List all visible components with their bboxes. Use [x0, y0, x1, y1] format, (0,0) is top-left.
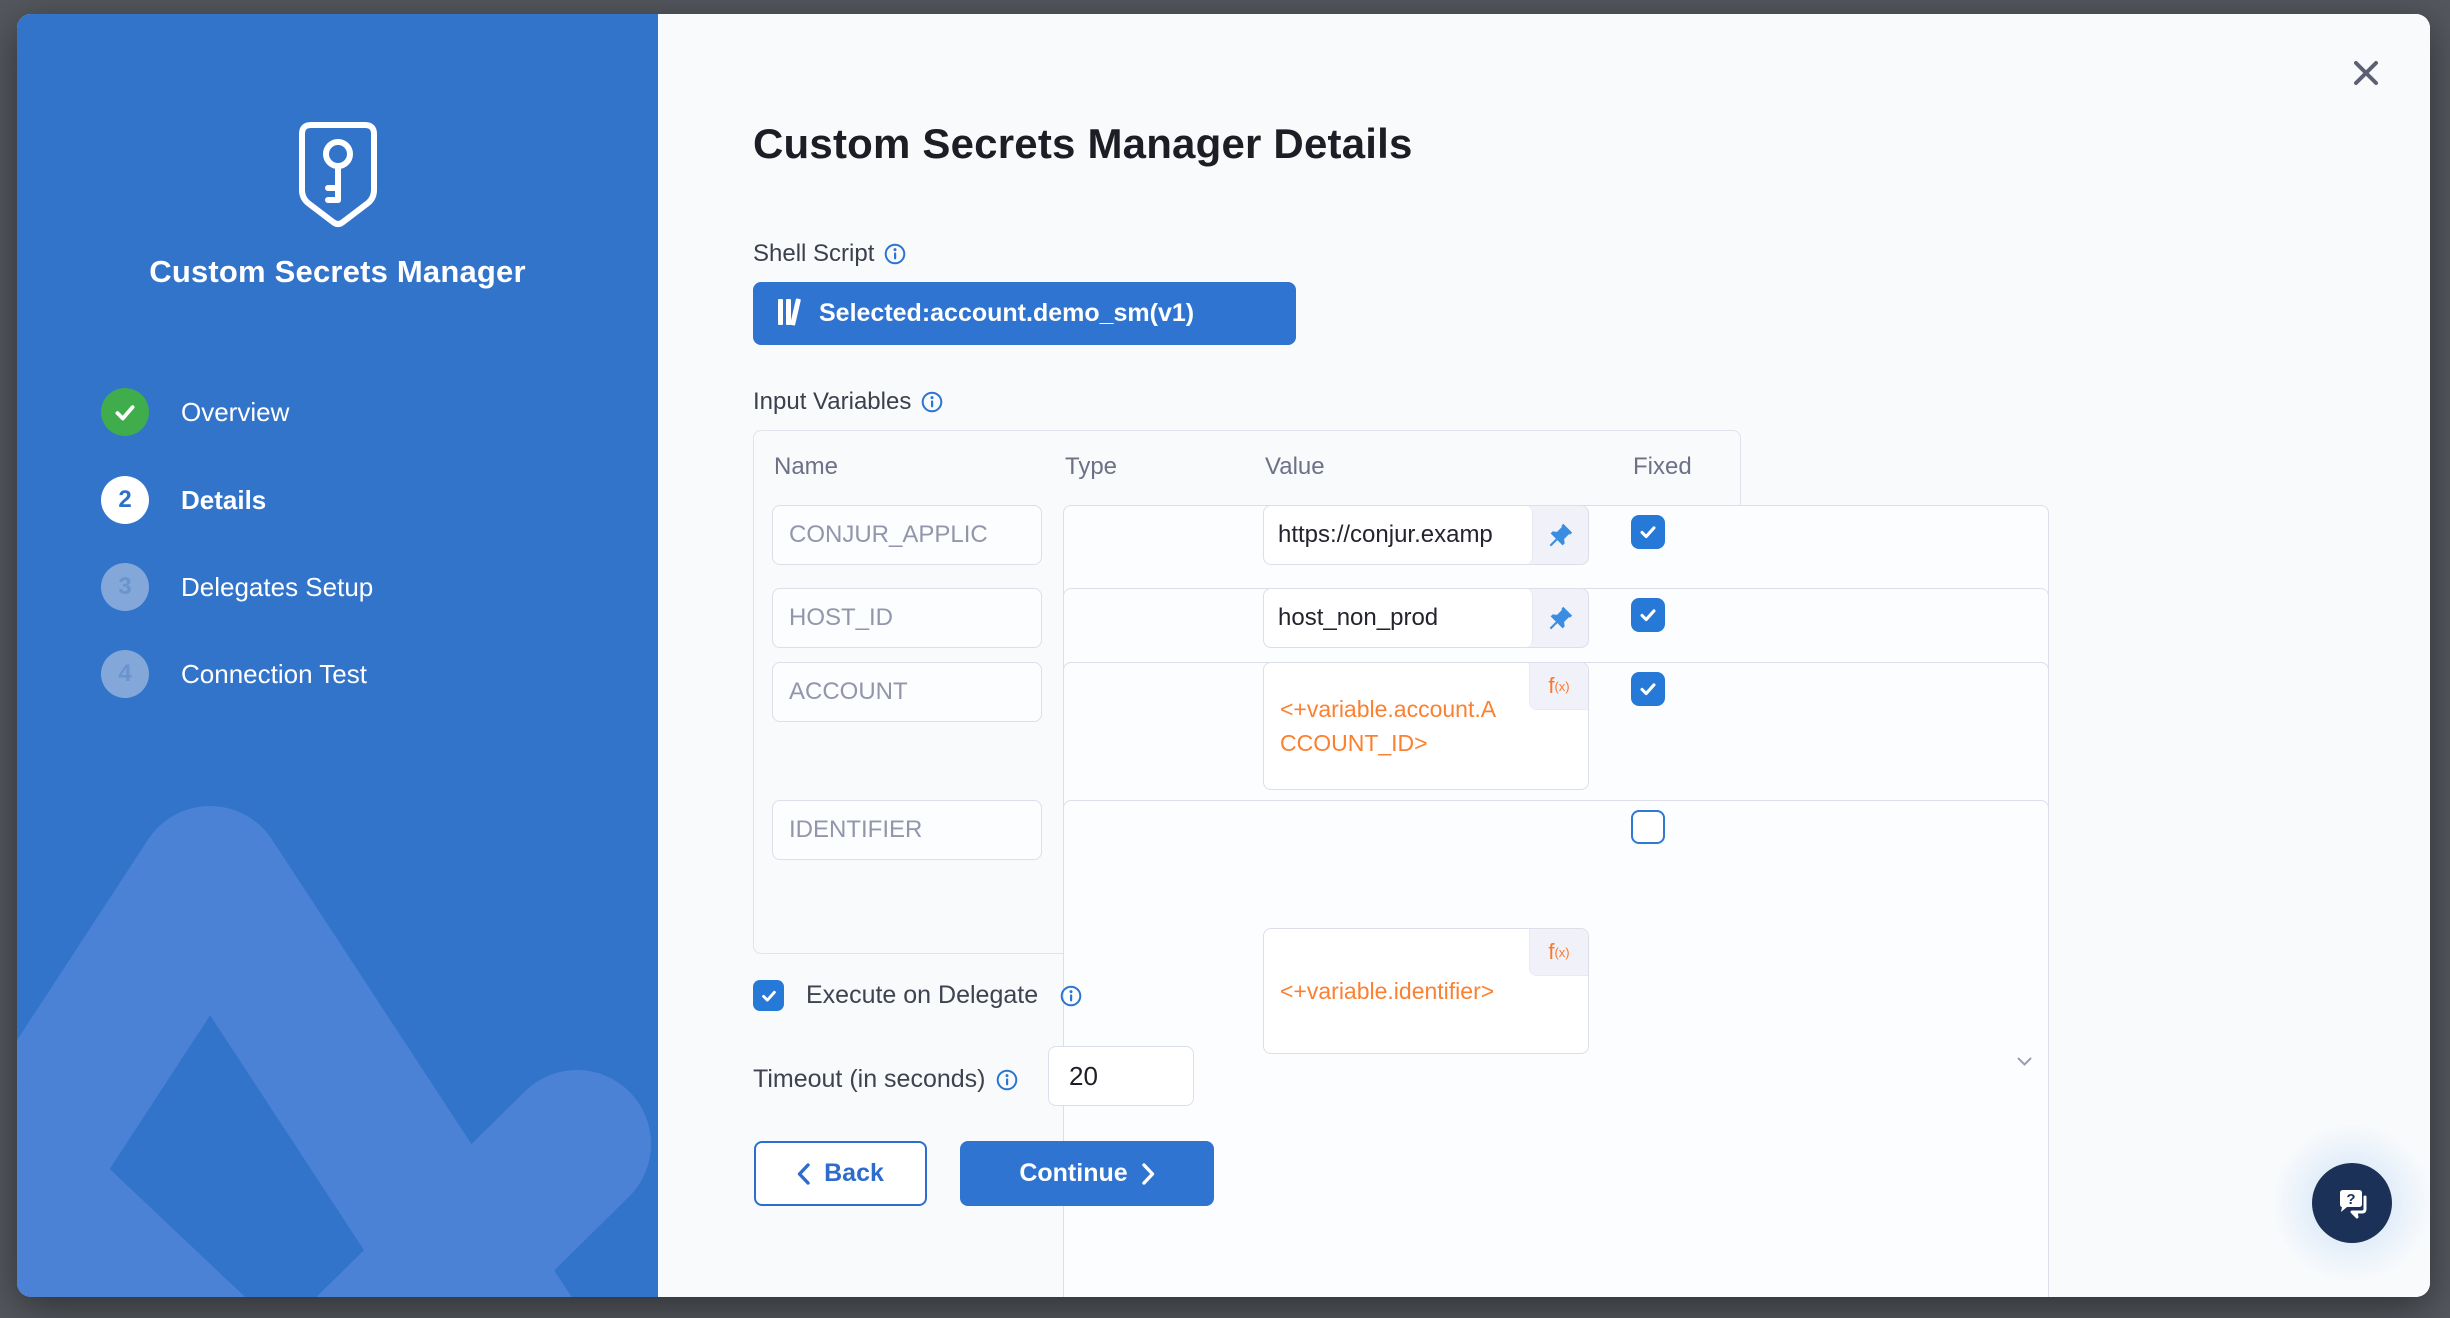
- back-button[interactable]: Back: [754, 1141, 927, 1206]
- pin-fixed-value-icon[interactable]: [1533, 589, 1588, 647]
- help-chat-button[interactable]: ?: [2312, 1163, 2392, 1243]
- expression-fx-icon[interactable]: f(x): [1529, 929, 1588, 976]
- column-header-fixed: Fixed: [1633, 453, 1692, 481]
- variable-name-input[interactable]: [772, 662, 1042, 722]
- variable-expression-field[interactable]: <+variable.account.ACCOUNT_ID> f(x): [1263, 662, 1589, 790]
- execute-on-delegate-label: Execute on Delegate: [806, 981, 1038, 1010]
- fixed-checkbox[interactable]: [1631, 598, 1665, 632]
- step-connection-test[interactable]: 4 Connection Test: [101, 650, 367, 698]
- step-details[interactable]: 2 Details: [101, 476, 266, 524]
- step-number-badge: 2: [101, 476, 149, 524]
- chevron-right-icon: [1142, 1163, 1155, 1185]
- variable-name-input[interactable]: [772, 800, 1042, 860]
- variable-name-input[interactable]: [772, 588, 1042, 648]
- variable-expression-field[interactable]: <+variable.identifier> f(x): [1263, 928, 1589, 1054]
- column-header-type: Type: [1065, 453, 1117, 481]
- info-icon[interactable]: [1060, 985, 1082, 1007]
- close-button[interactable]: [2346, 54, 2386, 94]
- info-icon[interactable]: [996, 1069, 1018, 1091]
- shell-script-label: Shell Script: [753, 240, 874, 268]
- input-variables-label: Input Variables: [753, 388, 911, 416]
- expression-value: <+variable.account.ACCOUNT_ID>: [1280, 692, 1498, 760]
- shell-script-selected-chip[interactable]: Selected:account.demo_sm(v1): [753, 282, 1296, 345]
- continue-button[interactable]: Continue: [960, 1141, 1214, 1206]
- info-icon[interactable]: [884, 243, 906, 265]
- timeout-label: Timeout (in seconds): [753, 1065, 986, 1094]
- library-icon: [775, 297, 803, 330]
- column-header-name: Name: [774, 453, 838, 481]
- pin-fixed-value-icon[interactable]: [1533, 506, 1588, 564]
- step-delegates-setup[interactable]: 3 Delegates Setup: [101, 563, 373, 611]
- step-label: Overview: [181, 397, 289, 428]
- variable-name-input[interactable]: [772, 505, 1042, 565]
- step-done-check-icon: [101, 388, 149, 436]
- secrets-manager-icon: [290, 118, 386, 237]
- expression-fx-icon[interactable]: f(x): [1529, 663, 1588, 710]
- step-overview[interactable]: Overview: [101, 388, 289, 436]
- column-header-value: Value: [1265, 453, 1325, 481]
- fixed-checkbox[interactable]: [1631, 672, 1665, 706]
- page-title: Custom Secrets Manager Details: [753, 120, 1413, 168]
- timeout-input[interactable]: [1048, 1046, 1194, 1106]
- chevron-left-icon: [797, 1163, 810, 1185]
- variable-value-input[interactable]: [1264, 506, 1533, 564]
- variable-value-input[interactable]: [1264, 589, 1533, 647]
- details-panel: Custom Secrets Manager Details Shell Scr…: [658, 14, 2430, 1297]
- input-variables-table: Name Type Value Fixed String: [753, 430, 1741, 954]
- fixed-checkbox[interactable]: [1631, 810, 1665, 844]
- step-label: Details: [181, 485, 266, 516]
- sidebar-title: Custom Secrets Manager: [17, 254, 658, 290]
- svg-text:?: ?: [2346, 1191, 2355, 1208]
- wizard-sidebar: Custom Secrets Manager Overview 2 Detail…: [17, 14, 658, 1297]
- step-number-badge: 3: [101, 563, 149, 611]
- fixed-checkbox[interactable]: [1631, 515, 1665, 549]
- chevron-down-icon: [2017, 1057, 2032, 1066]
- info-icon[interactable]: [921, 391, 943, 413]
- shell-script-selected-label: Selected:account.demo_sm(v1): [819, 299, 1194, 328]
- expression-value: <+variable.identifier>: [1280, 974, 1498, 1008]
- step-label: Connection Test: [181, 659, 367, 690]
- step-label: Delegates Setup: [181, 572, 373, 603]
- execute-on-delegate-checkbox[interactable]: [753, 980, 784, 1011]
- chat-question-icon: ?: [2330, 1181, 2374, 1225]
- page-background: Custom Secrets Manager Overview 2 Detail…: [0, 0, 2450, 1318]
- wizard-modal: Custom Secrets Manager Overview 2 Detail…: [17, 14, 2430, 1297]
- step-number-badge: 4: [101, 650, 149, 698]
